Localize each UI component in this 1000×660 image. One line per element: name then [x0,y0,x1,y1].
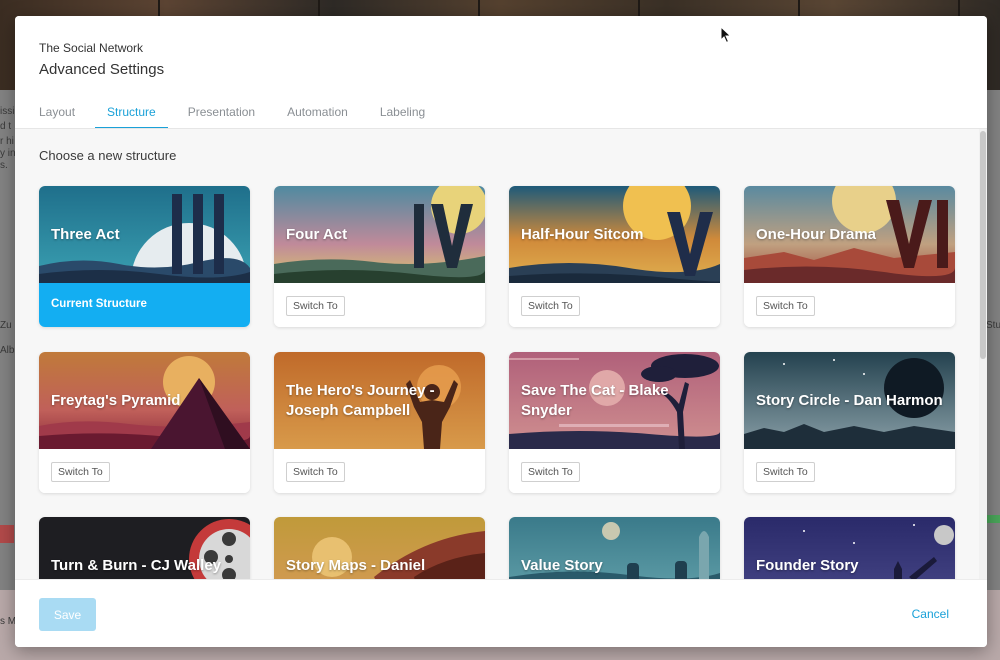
card-footer: Switch To [274,449,485,493]
freytags-pyramid-illustration: Freytag's Pyramid [39,352,250,449]
tab-structure[interactable]: Structure [95,101,168,129]
background-text: Zu [0,320,12,331]
structure-card-founder-story[interactable]: Founder Story [744,517,955,579]
card-title: Founder Story [756,557,859,574]
vertical-scrollbar[interactable] [979,129,987,579]
structure-card-one-hour-drama[interactable]: One-Hour Drama Switch To [744,186,955,327]
card-footer: Switch To [274,283,485,327]
tab-layout[interactable]: Layout [39,101,75,129]
save-button[interactable]: Save [39,598,96,631]
switch-to-button[interactable]: Switch To [756,462,815,482]
settings-tabs: Layout Structure Presentation Automation… [39,101,457,129]
turn-and-burn-illustration: Turn & Burn - CJ Walley [39,517,250,579]
background-text: Stu [986,320,1000,331]
mouse-cursor-icon [720,26,732,44]
switch-to-button[interactable]: Switch To [521,462,580,482]
background-text: r hi [0,136,14,147]
one-hour-drama-illustration: One-Hour Drama [744,186,955,283]
background-text: s. [0,160,8,171]
card-title: One-Hour Drama [756,226,877,243]
structure-card-half-hour-sitcom[interactable]: Half-Hour Sitcom Switch To [509,186,720,327]
switch-to-button[interactable]: Switch To [286,296,345,316]
save-the-cat-illustration: Save The Cat - Blake Snyder [509,352,720,449]
switch-to-button[interactable]: Switch To [756,296,815,316]
card-title: Four Act [286,226,348,243]
background-text: s M [0,616,17,627]
card-title: Freytag's Pyramid [51,392,181,409]
background-text: d t [0,121,12,132]
section-heading: Choose a new structure [39,148,177,163]
story-circle-illustration: Story Circle - Dan Harmon [744,352,955,449]
background-marker [0,525,14,543]
switch-to-button[interactable]: Switch To [286,462,345,482]
story-maps-illustration: Story Maps - Daniel Calvisi [274,517,485,579]
structure-card-story-maps[interactable]: Story Maps - Daniel Calvisi [274,517,485,579]
card-footer: Switch To [509,283,720,327]
background-text: Alb [0,345,15,356]
heros-journey-illustration: The Hero's Journey - Joseph Campbell [274,352,485,449]
structure-card-value-story[interactable]: Value Story [509,517,720,579]
card-title: Story Circle - Dan Harmon [756,392,943,409]
founder-story-illustration: Founder Story [744,517,955,579]
background-text: y in [0,148,16,159]
structure-card-freytags-pyramid[interactable]: Freytag's Pyramid Switch To [39,352,250,493]
card-title: Three Act [51,226,120,243]
tab-presentation[interactable]: Presentation [188,101,255,129]
card-footer: Switch To [39,449,250,493]
cancel-button[interactable]: Cancel [912,607,949,621]
card-title: Half-Hour Sitcom [521,226,644,243]
three-act-illustration: Three Act [39,186,250,283]
current-structure-footer: Current Structure [39,283,250,327]
card-footer: Switch To [744,449,955,493]
card-footer: Switch To [509,449,720,493]
card-title: Save The Cat - Blake Snyder [521,382,669,419]
structure-card-heros-journey[interactable]: The Hero's Journey - Joseph Campbell Swi… [274,352,485,493]
card-title: Value Story [521,557,603,574]
structure-card-save-the-cat[interactable]: Save The Cat - Blake Snyder Switch To [509,352,720,493]
tab-labeling[interactable]: Labeling [380,101,425,129]
card-title: Story Maps - Daniel Calvisi [286,557,426,579]
structure-card-four-act[interactable]: Four Act Switch To [274,186,485,327]
modal-title: Advanced Settings [39,61,165,78]
switch-to-button[interactable]: Switch To [521,296,580,316]
card-title: Turn & Burn - CJ Walley [51,557,222,574]
scrollbar-thumb[interactable] [980,131,986,359]
four-act-illustration: Four Act [274,186,485,283]
switch-to-button[interactable]: Switch To [51,462,110,482]
structure-panel: Choose a new structure Three Act Current… [15,129,987,579]
project-name: The Social Network [39,41,144,55]
modal-footer: Save Cancel [15,579,987,647]
value-story-illustration: Value Story [509,517,720,579]
structure-card-story-circle[interactable]: Story Circle - Dan Harmon Switch To [744,352,955,493]
advanced-settings-modal: The Social Network Advanced Settings Lay… [15,16,987,647]
structure-card-three-act[interactable]: Three Act Current Structure [39,186,250,327]
card-title: The Hero's Journey - Joseph Campbell [286,382,435,419]
modal-header: The Social Network Advanced Settings Lay… [15,16,987,129]
tab-automation[interactable]: Automation [287,101,348,129]
card-footer: Switch To [744,283,955,327]
background-text: issi [0,106,15,117]
structure-card-turn-and-burn[interactable]: Turn & Burn - CJ Walley [39,517,250,579]
current-structure-label: Current Structure [51,298,147,310]
half-hour-sitcom-illustration: Half-Hour Sitcom [509,186,720,283]
background-marker [986,515,1000,523]
